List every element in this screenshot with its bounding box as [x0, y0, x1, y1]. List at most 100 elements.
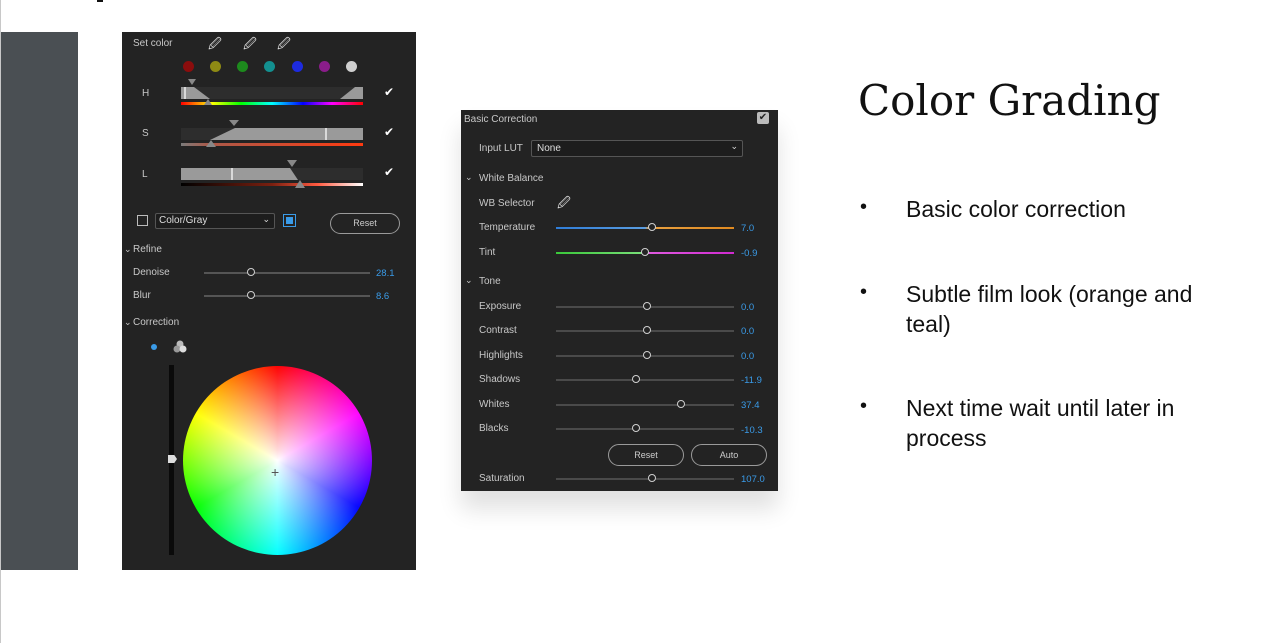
swatch-blue[interactable] — [292, 61, 303, 72]
bullet-marker: • — [860, 395, 868, 417]
bullet-marker: • — [860, 281, 868, 303]
highlights-slider-handle[interactable] — [642, 351, 651, 359]
shadows-slider-track[interactable] — [556, 379, 734, 381]
saturation-enable-checkbox[interactable]: ✔ — [384, 126, 394, 138]
slide-top-mark — [97, 0, 103, 2]
basic-correction-panel: Basic Correction ✔ Input LUT None ⌄ ⌄ Wh… — [461, 110, 778, 491]
swatch-green[interactable] — [237, 61, 248, 72]
tint-label: Tint — [479, 247, 496, 258]
shadows-value[interactable]: -11.9 — [741, 375, 762, 386]
swatch-cyan[interactable] — [264, 61, 275, 72]
contrast-value[interactable]: 0.0 — [741, 326, 754, 337]
slide-title: Color Grading — [858, 76, 1161, 125]
bullet-item: Subtle film look (orange and teal) — [906, 281, 1193, 337]
tint-slider-handle[interactable] — [641, 248, 649, 256]
eyedropper-subtract-icon[interactable]: 🖉 — [277, 35, 291, 57]
bullet-marker: • — [860, 196, 868, 218]
blacks-slider-handle[interactable] — [632, 424, 641, 432]
hsl-secondary-panel: Set color 🖉 🖉 🖉 H ✔ S ✔ L ✔ Color/Gray ⌄… — [122, 32, 416, 570]
temperature-value[interactable]: 7.0 — [741, 223, 754, 234]
basic-correction-enable-checkbox[interactable]: ✔ — [757, 112, 769, 124]
blacks-label: Blacks — [479, 423, 509, 434]
contrast-slider-handle[interactable] — [642, 326, 651, 334]
wb-selector-label: WB Selector — [479, 198, 535, 209]
correction-section-label: Correction — [133, 317, 180, 328]
white-balance-section-label: White Balance — [479, 173, 544, 184]
three-wheel-icon[interactable] — [173, 340, 187, 353]
shadows-label: Shadows — [479, 374, 521, 385]
hue-label: H — [142, 88, 150, 99]
contrast-label: Contrast — [479, 325, 517, 336]
refine-section-label: Refine — [133, 244, 162, 255]
hue-range-slider[interactable] — [180, 79, 364, 109]
slide-side-bar — [1, 32, 78, 570]
whites-label: Whites — [479, 399, 510, 410]
denoise-label: Denoise — [133, 267, 170, 278]
invert-mask-icon[interactable] — [283, 214, 296, 227]
blur-label: Blur — [133, 290, 151, 301]
single-wheel-icon[interactable] — [151, 344, 157, 350]
tone-reset-button[interactable]: Reset — [608, 444, 684, 466]
color-gray-dropdown[interactable]: Color/Gray ⌄ — [155, 213, 275, 229]
color-wheel[interactable]: + — [183, 366, 372, 555]
whites-slider-track[interactable] — [556, 404, 734, 406]
tone-chevron-icon[interactable]: ⌄ — [465, 275, 473, 286]
chevron-down-icon: ⌄ — [730, 141, 738, 151]
temperature-slider-handle[interactable] — [648, 223, 657, 231]
saturation-slider-handle[interactable] — [648, 474, 657, 482]
tint-value[interactable]: -0.9 — [741, 248, 757, 259]
swatch-yellow[interactable] — [210, 61, 221, 72]
bullet-item: Basic color correction — [906, 196, 1126, 222]
exposure-label: Exposure — [479, 301, 522, 312]
basic-correction-title: Basic Correction — [464, 114, 538, 125]
whites-value[interactable]: 37.4 — [741, 400, 760, 411]
luminance-label: L — [142, 169, 148, 180]
luminance-enable-checkbox[interactable]: ✔ — [384, 166, 394, 178]
denoise-value[interactable]: 28.1 — [376, 268, 395, 279]
swatch-red[interactable] — [183, 61, 194, 72]
blacks-slider-track[interactable] — [556, 428, 734, 430]
chevron-down-icon: ⌄ — [262, 214, 270, 224]
color-wheel-center-crosshair[interactable]: + — [271, 464, 279, 480]
wb-eyedropper-icon[interactable]: 🖉 — [557, 194, 571, 216]
blur-value[interactable]: 8.6 — [376, 291, 389, 302]
exposure-value[interactable]: 0.0 — [741, 302, 754, 313]
temperature-label: Temperature — [479, 222, 536, 233]
blur-slider-track[interactable] — [204, 295, 370, 297]
swatch-magenta[interactable] — [319, 61, 330, 72]
eyedropper-add-icon[interactable]: 🖉 — [243, 35, 257, 57]
white-balance-chevron-icon[interactable]: ⌄ — [465, 172, 473, 183]
saturation-slider-label: Saturation — [479, 473, 525, 484]
saturation-range-slider[interactable] — [180, 119, 364, 149]
hsl-reset-button[interactable]: Reset — [330, 213, 400, 234]
color-gray-value: Color/Gray — [159, 215, 208, 226]
temperature-slider-track[interactable] — [556, 227, 734, 229]
blacks-value[interactable]: -10.3 — [741, 425, 763, 436]
input-lut-dropdown[interactable]: None ⌄ — [531, 140, 743, 157]
refine-chevron-icon[interactable]: ⌄ — [124, 244, 132, 255]
input-lut-label: Input LUT — [479, 143, 523, 154]
bullet-item: Next time wait until later in process — [906, 395, 1175, 451]
luminance-range-slider[interactable] — [180, 159, 364, 189]
color-gray-checkbox[interactable] — [137, 215, 148, 226]
highlights-label: Highlights — [479, 350, 523, 361]
luminance-vertical-handle[interactable] — [168, 455, 177, 463]
highlights-value[interactable]: 0.0 — [741, 351, 754, 362]
hue-enable-checkbox[interactable]: ✔ — [384, 86, 394, 98]
denoise-slider-track[interactable] — [204, 272, 370, 274]
shadows-slider-handle[interactable] — [632, 375, 641, 383]
denoise-slider-handle[interactable] — [247, 268, 255, 276]
swatch-white[interactable] — [346, 61, 357, 72]
tone-auto-button[interactable]: Auto — [691, 444, 767, 466]
blur-slider-handle[interactable] — [247, 291, 255, 299]
whites-slider-handle[interactable] — [676, 400, 685, 408]
set-color-label: Set color — [133, 38, 173, 49]
saturation-value[interactable]: 107.0 — [741, 474, 765, 485]
input-lut-value: None — [537, 143, 561, 154]
exposure-slider-handle[interactable] — [642, 302, 651, 310]
correction-chevron-icon[interactable]: ⌄ — [124, 317, 132, 328]
saturation-slider-track[interactable] — [556, 478, 734, 480]
tone-section-label: Tone — [479, 276, 501, 287]
saturation-label: S — [142, 128, 149, 139]
eyedropper-icon[interactable]: 🖉 — [208, 35, 222, 57]
